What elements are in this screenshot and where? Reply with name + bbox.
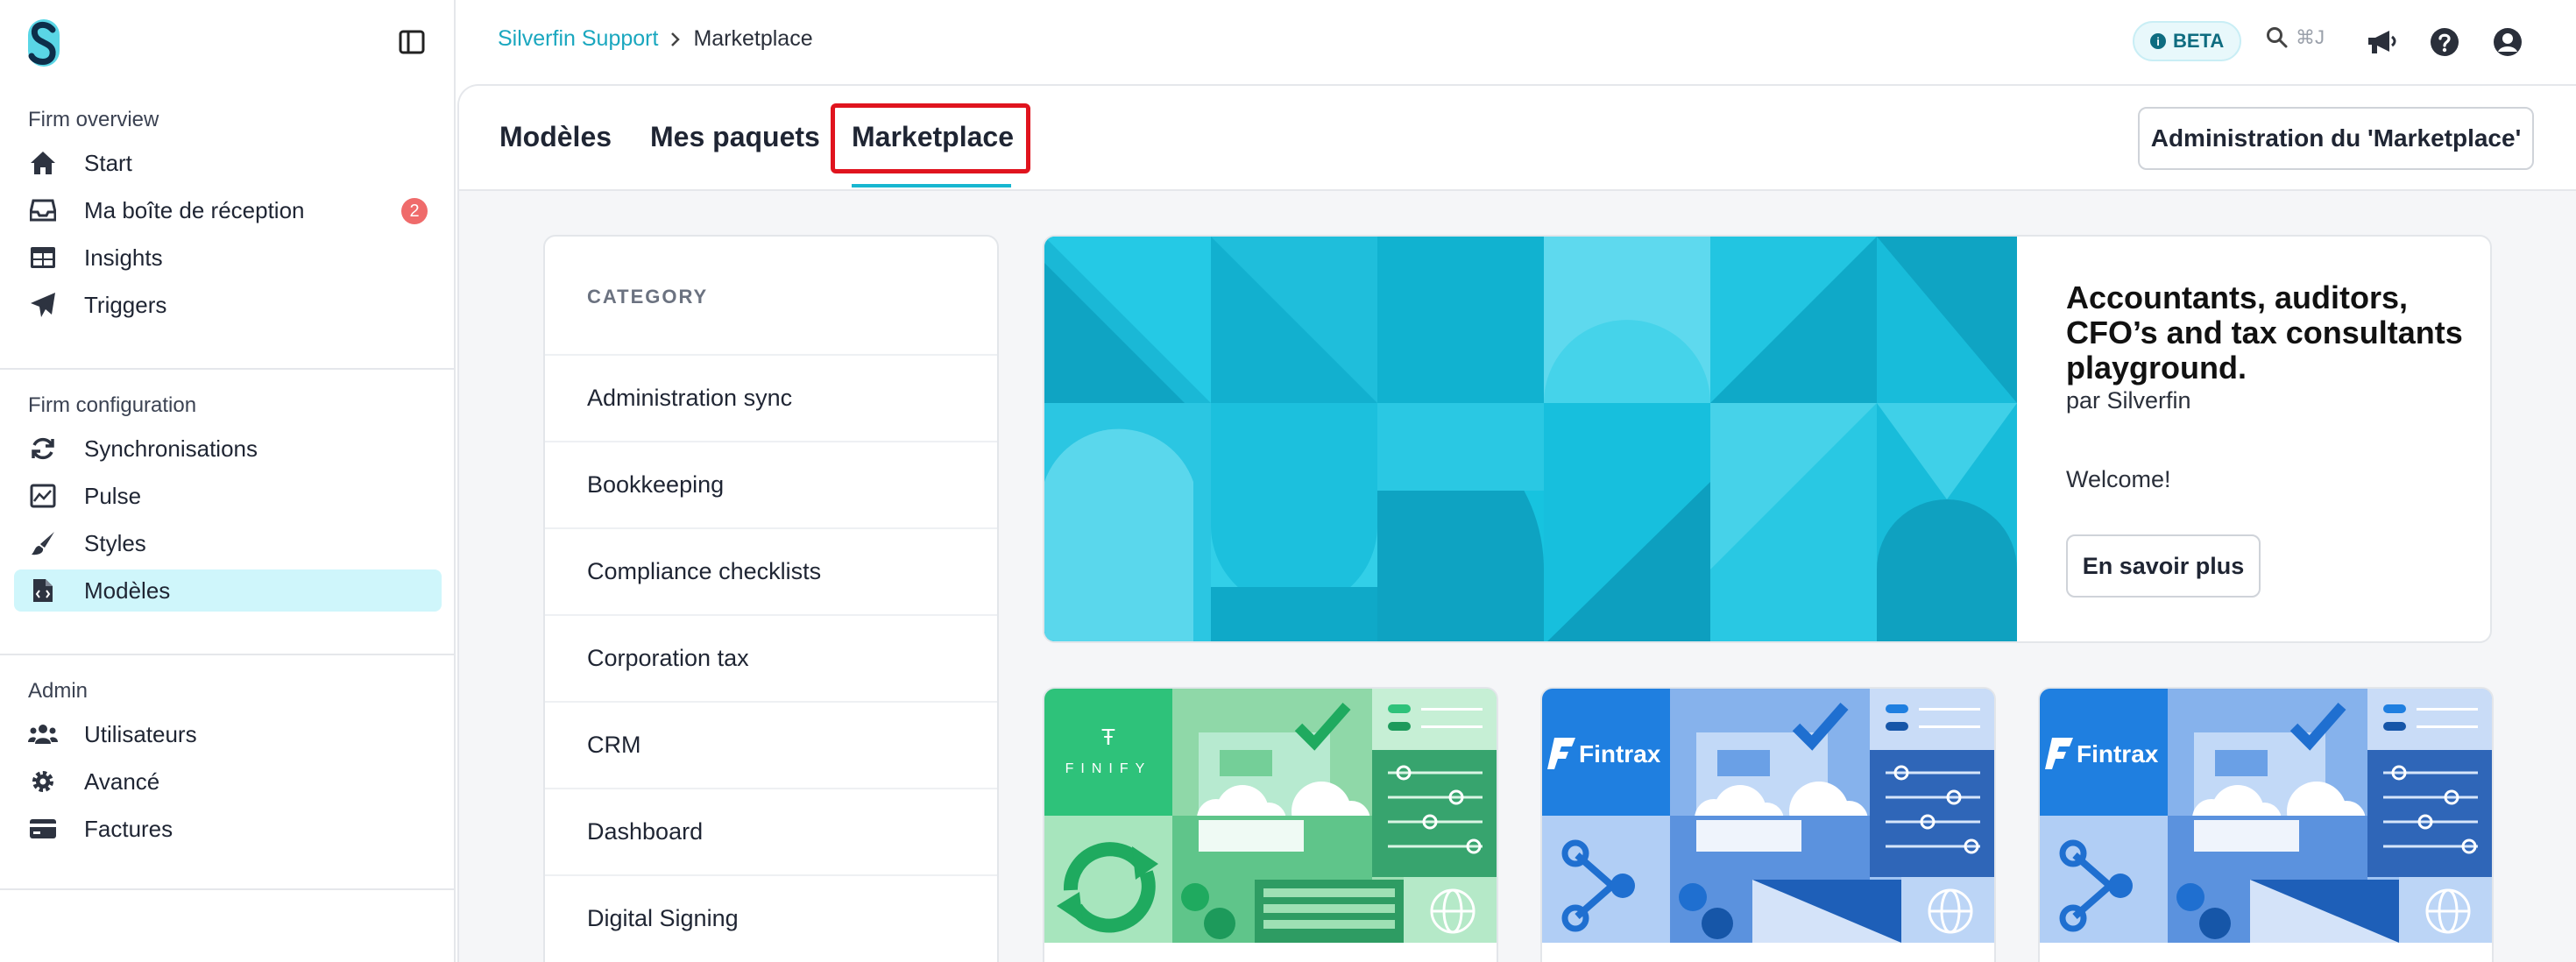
main-content: Modèles Mes paquets Marketplace Administ… [457, 84, 2576, 962]
package-card[interactable]: Fintrax [2038, 687, 2494, 962]
beta-badge[interactable]: i BETA [2133, 21, 2242, 61]
annotation-highlight-box [831, 103, 1030, 173]
package-card[interactable]: Ŧ FINIFY [1043, 687, 1498, 962]
sidebar-item-modeles[interactable]: Modèles [14, 569, 442, 612]
sidebar-item-label: Modèles [84, 576, 171, 604]
card-brand-logo: Fintrax [1579, 740, 1661, 767]
sidebar-item-label: Utilisateurs [84, 720, 197, 747]
learn-more-button[interactable]: En savoir plus [2066, 534, 2261, 598]
sidebar-item-start[interactable]: Start [14, 142, 442, 184]
sidebar-item-label: Ma boîte de réception [84, 196, 305, 223]
search-button[interactable]: ⌘J [2266, 26, 2325, 49]
category-item[interactable]: Corporation tax [545, 614, 997, 701]
search-shortcut: ⌘J [2296, 26, 2325, 48]
brush-icon [28, 528, 58, 558]
sidebar-item-label: Start [84, 149, 132, 176]
user-menu-button[interactable] [2490, 25, 2525, 60]
category-item[interactable]: CRM [545, 701, 997, 788]
category-item[interactable]: Dashboard [545, 788, 997, 874]
chevron-right-icon [670, 32, 681, 47]
credit-card-icon [28, 814, 58, 844]
tab-mes-paquets[interactable]: Mes paquets [650, 121, 820, 153]
breadcrumb-current: Marketplace [693, 26, 813, 51]
help-button[interactable] [2427, 25, 2462, 60]
card-brand-logo: Fintrax [2077, 740, 2159, 767]
sidebar-item-label: Avancé [84, 767, 160, 795]
package-card-artwork: Fintrax [1542, 689, 1994, 943]
sidebar-item-factures[interactable]: Factures [14, 808, 442, 850]
package-card-artwork: Ŧ FINIFY [1044, 689, 1497, 943]
tab-modeles[interactable]: Modèles [499, 121, 612, 153]
sidebar-item-avance[interactable]: Avancé [14, 760, 442, 803]
user-avatar-icon [2494, 28, 2522, 56]
sidebar-item-triggers[interactable]: Triggers [14, 284, 442, 326]
category-item[interactable]: Digital Signing [545, 874, 997, 961]
sidebar-item-label: Factures [84, 815, 173, 842]
unread-count-badge: 2 [401, 198, 428, 224]
featured-description: Welcome! [2066, 466, 2171, 492]
sidebar-heading: Firm overview [28, 108, 159, 131]
sidebar-item-synchronisations[interactable]: Synchronisations [14, 428, 442, 470]
sidebar-toggle-icon [399, 30, 425, 54]
category-panel: CATEGORY Administration sync Bookkeeping… [543, 235, 999, 962]
active-tab-indicator [852, 184, 1011, 187]
table-icon [28, 243, 58, 272]
chart-icon [28, 481, 58, 511]
sidebar-divider [0, 368, 456, 370]
package-card-artwork: Fintrax [2040, 689, 2492, 943]
sidebar-item-label: Triggers [84, 291, 167, 318]
beta-label: BETA [2173, 30, 2225, 52]
sidebar-heading: Firm configuration [28, 393, 197, 417]
sidebar-toggle-button[interactable] [396, 26, 428, 58]
announcements-button[interactable] [2364, 25, 2399, 60]
category-heading: CATEGORY [587, 286, 709, 308]
sidebar-item-label: Pulse [84, 482, 142, 509]
sync-icon [28, 434, 58, 463]
featured-title: Accountants, auditors, CFO’s and tax con… [2066, 279, 2463, 386]
sidebar-item-label: Styles [84, 529, 146, 556]
package-card[interactable]: Fintrax [1540, 687, 1996, 962]
silverfin-logo[interactable] [26, 18, 61, 68]
sidebar-item-styles[interactable]: Styles [14, 522, 442, 564]
sidebar-divider [0, 654, 456, 655]
users-icon [28, 719, 58, 749]
sidebar-heading: Admin [28, 679, 88, 703]
question-circle-icon [2431, 28, 2459, 56]
info-icon: i [2150, 33, 2166, 49]
sidebar-divider [0, 888, 456, 890]
megaphone-icon [2368, 31, 2396, 53]
category-item[interactable]: Compliance checklists [545, 527, 997, 614]
hero-geometric-artwork [1044, 237, 2017, 641]
sidebar-item-label: Insights [84, 244, 163, 271]
gear-icon [28, 767, 58, 796]
sidebar-item-utilisateurs[interactable]: Utilisateurs [14, 713, 442, 755]
search-icon [2267, 27, 2288, 48]
file-code-icon [28, 576, 58, 605]
category-item[interactable]: Bookkeeping [545, 441, 997, 527]
featured-package-card: Accountants, auditors, CFO’s and tax con… [1043, 235, 2492, 643]
sidebar-section-admin: Admin Utilisateurs Avancé Factures [0, 678, 456, 855]
sidebar-section-firm-configuration: Firm configuration Synchronisations Puls… [0, 393, 456, 617]
sidebar-section-firm-overview: Firm overview Start Ma boîte de réceptio… [0, 107, 456, 331]
svg-text:Ŧ: Ŧ [1101, 724, 1115, 750]
top-bar: Silverfin Support Marketplace i BETA ⌘J [456, 0, 2576, 84]
sidebar-item-pulse[interactable]: Pulse [14, 475, 442, 517]
featured-author: par Silverfin [2066, 387, 2191, 414]
sidebar-item-insights[interactable]: Insights [14, 237, 442, 279]
category-item[interactable]: Administration sync [545, 354, 997, 441]
paper-plane-icon [28, 290, 58, 320]
home-icon [28, 148, 58, 178]
breadcrumb-parent-link[interactable]: Silverfin Support [498, 26, 658, 52]
sidebar-item-inbox[interactable]: Ma boîte de réception 2 [14, 189, 442, 231]
sidebar-item-label: Synchronisations [84, 435, 258, 462]
breadcrumb: Silverfin Support Marketplace [498, 26, 813, 52]
marketplace-admin-button[interactable]: Administration du 'Marketplace' [2138, 107, 2534, 170]
card-brand-logo: FINIFY [1065, 761, 1152, 776]
inbox-icon [28, 195, 58, 225]
category-list: Administration sync Bookkeeping Complian… [545, 354, 997, 961]
sidebar: Firm overview Start Ma boîte de réceptio… [0, 0, 456, 962]
tab-bar: Modèles Mes paquets Marketplace Administ… [459, 86, 2576, 191]
